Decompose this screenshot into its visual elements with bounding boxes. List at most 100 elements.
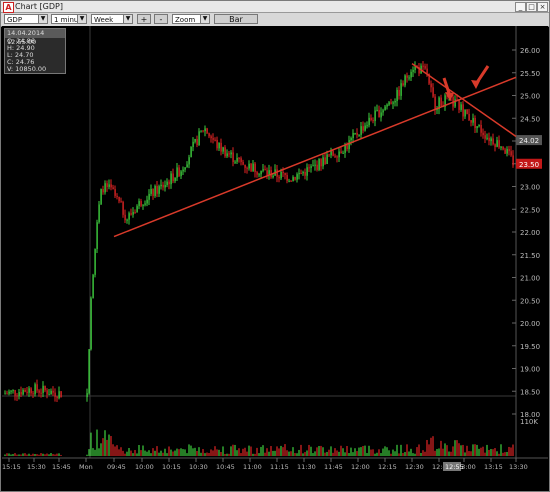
candle-body [218,142,220,149]
candle-body [394,100,396,103]
candle-body [180,171,182,177]
volume-bar [446,445,448,456]
volume-bar [172,451,174,456]
volume-bar [418,444,420,456]
volume-bar [458,443,460,456]
candle-body [240,158,242,162]
volume-bar [160,450,162,456]
minimize-button[interactable]: _ [515,2,526,12]
volume-bar [188,444,190,456]
volume-bar [140,450,142,456]
volume-bar [112,444,114,456]
candle-body [496,140,498,147]
time-tick-label: 10:00 [135,463,154,471]
volume-bar [180,448,182,456]
volume-bar [432,436,434,456]
volume-bar [102,438,104,456]
range-select[interactable]: Week ▼ [91,14,133,24]
price-chart[interactable]: 26.0025.5025.0024.5024.0023.5023.0022.50… [2,26,548,490]
volume-bar [364,445,366,456]
candle-body [264,169,266,171]
candle-body [110,184,112,188]
candle-body [288,180,290,182]
volume-bar [162,452,164,456]
candle-body [12,390,14,392]
candle-body [102,188,104,193]
volume-bar [382,448,384,456]
price-tick-label: 26.00 [520,47,540,55]
candle-body [300,173,302,175]
breakdown-trendline [411,63,517,138]
candle-body [232,152,234,162]
volume-bar [332,452,334,456]
volume-bar [334,448,336,456]
volume-bar [96,429,98,456]
candle-body [358,134,360,136]
chevron-down-icon[interactable]: ▼ [123,15,132,23]
time-tick-label: 10:30 [189,463,208,471]
volume-bar [512,444,514,456]
volume-bar [100,443,102,456]
zoom-out-button[interactable]: - [154,14,168,24]
candle-body [236,157,238,162]
candle-body [30,388,32,394]
volume-bar [202,449,204,456]
bar-type-button[interactable]: Bar [214,14,258,24]
candle-body [122,201,124,215]
volume-bar [156,446,158,456]
volume-bar [240,453,242,456]
volume-bar [268,451,270,456]
volume-bar [346,445,348,456]
volume-bar [236,450,238,456]
volume-bar [330,446,332,456]
time-tick-label: 10:45 [216,463,235,471]
volume-bar [308,444,310,456]
volume-bar [134,449,136,456]
volume-bar [366,453,368,456]
candle-body [136,206,138,213]
candle-body [404,75,406,86]
candle-body [208,133,210,137]
candle-body [472,117,474,123]
candle-body [334,155,336,157]
chevron-down-icon[interactable]: ▼ [77,15,86,23]
volume-bar [406,444,408,456]
volume-bar [498,453,500,456]
volume-bar [60,454,62,456]
candle-body [424,66,426,69]
candle-body [24,389,26,392]
chevron-down-icon[interactable]: ▼ [38,15,47,23]
volume-bar [114,446,116,456]
maximize-button[interactable]: □ [526,2,537,12]
volume-bar [464,452,466,456]
candle-body [470,120,472,123]
last-price-label: 23.50 [519,161,539,169]
candle-body [506,149,508,154]
zoom-select[interactable]: Zoom ▼ [172,14,210,24]
volume-bar [368,445,370,456]
close-button[interactable]: × [537,2,548,12]
volume-bar [174,450,176,456]
volume-bar [276,446,278,456]
candle-body [244,164,246,168]
symbol-select[interactable]: GDP ▼ [4,14,48,24]
interval-select[interactable]: 1 minute ▼ [51,14,87,24]
chevron-down-icon[interactable]: ▼ [200,15,209,23]
candle-body [364,125,366,131]
candle-body [370,117,372,121]
volume-bar [482,446,484,456]
volume-bar [122,450,124,456]
candle-body [6,393,8,395]
volume-bar [286,450,288,456]
volume-bar [52,454,54,456]
volume-bar [504,452,506,456]
candle-body [206,128,208,134]
zoom-in-button[interactable]: + [137,14,151,24]
candle-body [412,69,414,72]
candle-body [26,391,28,393]
title-bar[interactable]: A Chart [GDP] _ □ × [1,1,549,13]
candle-body [376,109,378,111]
volume-bar [204,453,206,456]
volume-bar [106,439,108,456]
volume-bar [452,446,454,456]
